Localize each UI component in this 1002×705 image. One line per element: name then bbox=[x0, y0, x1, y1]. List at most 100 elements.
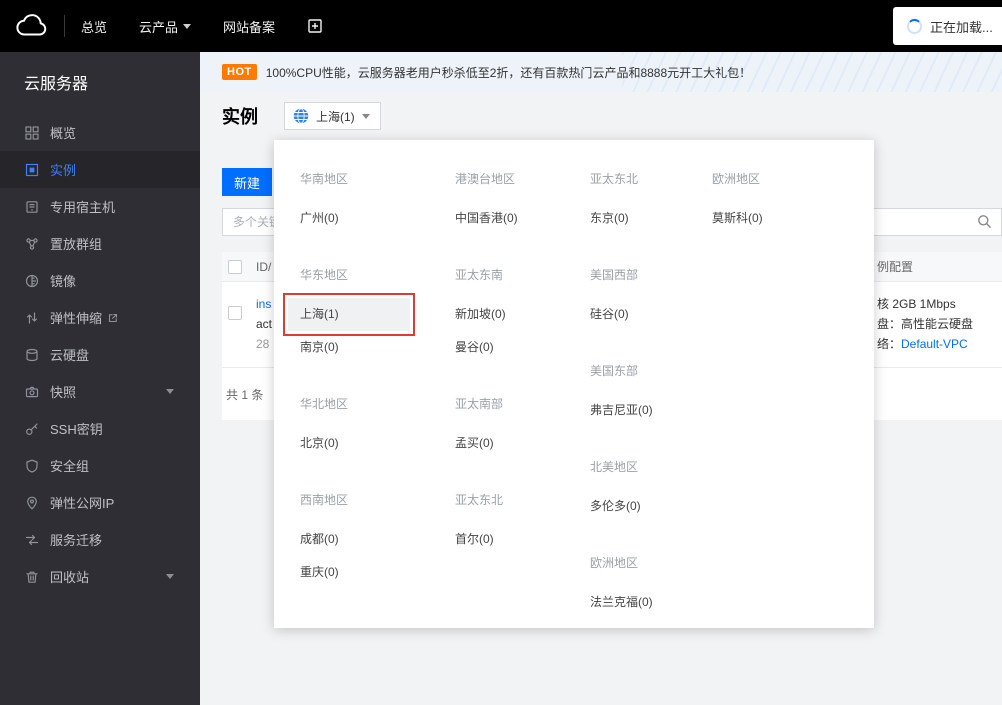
instance-icon bbox=[25, 162, 40, 177]
region-option-singapore[interactable]: 新加坡(0) bbox=[443, 298, 565, 331]
region-option-moscow[interactable]: 莫斯科(0) bbox=[700, 202, 822, 235]
globe-icon bbox=[293, 108, 309, 124]
sidebar-item-label: 镜像 bbox=[50, 274, 77, 289]
promo-banner[interactable]: HOT 100%CPU性能，云服务器老用户秒杀低至2折，还有百款热门云产品和88… bbox=[200, 52, 1002, 92]
snapshot-icon bbox=[25, 384, 40, 399]
region-group-header: 欧洲地区 bbox=[590, 556, 639, 570]
config-line-network: 络：Default-VPC bbox=[877, 334, 973, 354]
create-instance-button[interactable]: 新建 bbox=[222, 168, 273, 196]
sidebar-item-label: 置放群组 bbox=[50, 237, 103, 252]
sidebar-item-snapshots[interactable]: 快照 bbox=[0, 373, 200, 410]
topbar: 总览 云产品 网站备案 正在加载... bbox=[0, 0, 1002, 52]
region-option-virginia[interactable]: 弗吉尼亚(0) bbox=[578, 394, 700, 427]
region-group-header: 亚太东北 bbox=[590, 172, 639, 186]
region-group-europe: 欧洲地区 法兰克福(0) bbox=[590, 554, 712, 619]
total-count-text: 共 1 条 bbox=[226, 387, 264, 402]
products-grid-button[interactable] bbox=[291, 0, 339, 52]
shield-icon bbox=[25, 458, 40, 473]
region-group-south-china: 华南地区 广州(0) bbox=[300, 170, 455, 235]
external-link-icon bbox=[108, 313, 118, 323]
region-column-2: 港澳台地区 中国香港(0) 亚太东南 新加坡(0) 曼谷(0) 亚太南部 孟买(… bbox=[455, 170, 590, 628]
region-group-south-asia: 亚太南部 孟买(0) bbox=[455, 395, 590, 460]
region-selector[interactable]: 上海(1) bbox=[284, 102, 381, 130]
region-option-toronto[interactable]: 多伦多(0) bbox=[578, 490, 700, 523]
instance-config-cell: 核 2GB 1Mbps 盘：高性能云硬盘 络：Default-VPC bbox=[877, 294, 973, 354]
sidebar-item-service-migration[interactable]: 服务迁移 bbox=[0, 521, 200, 558]
sidebar-item-instances[interactable]: 实例 bbox=[0, 151, 200, 188]
loading-text: 正在加载... bbox=[930, 19, 993, 35]
chevron-down-icon bbox=[166, 574, 174, 579]
topbar-nav: 总览 云产品 网站备案 bbox=[65, 0, 339, 52]
grid-icon bbox=[25, 125, 40, 140]
sidebar-item-placement-groups[interactable]: 置放群组 bbox=[0, 225, 200, 262]
region-group-header: 美国西部 bbox=[590, 268, 639, 282]
region-group-hk-macau-taiwan: 港澳台地区 中国香港(0) bbox=[455, 170, 590, 235]
region-option-hongkong[interactable]: 中国香港(0) bbox=[443, 202, 565, 235]
region-group-header: 华南地区 bbox=[300, 172, 349, 186]
region-option-silicon-valley[interactable]: 硅谷(0) bbox=[578, 298, 700, 331]
region-option-chengdu[interactable]: 成都(0) bbox=[288, 523, 410, 556]
chevron-down-icon bbox=[166, 389, 174, 394]
row-checkbox[interactable] bbox=[228, 306, 242, 320]
sidebar-item-overview[interactable]: 概览 bbox=[0, 114, 200, 151]
region-option-chongqing[interactable]: 重庆(0) bbox=[288, 556, 410, 589]
sidebar-item-eip[interactable]: 弹性公网IP bbox=[0, 484, 200, 521]
region-group-se-asia: 亚太东南 新加坡(0) 曼谷(0) bbox=[455, 266, 590, 364]
region-option-shanghai[interactable]: 上海(1) bbox=[283, 293, 415, 336]
page-title: 实例 bbox=[222, 107, 258, 127]
loading-indicator: 正在加载... bbox=[893, 7, 1002, 45]
select-all-checkbox[interactable] bbox=[228, 259, 242, 274]
sidebar-item-label: 弹性公网IP bbox=[50, 496, 115, 511]
search-icon[interactable] bbox=[977, 214, 992, 229]
sidebar-item-label: 实例 bbox=[50, 163, 77, 178]
key-icon bbox=[25, 421, 40, 436]
sidebar-item-cloud-disks[interactable]: 云硬盘 bbox=[0, 336, 200, 373]
nav-overview[interactable]: 总览 bbox=[65, 0, 123, 52]
trash-icon bbox=[25, 569, 40, 584]
sidebar-item-label: 快照 bbox=[50, 385, 77, 400]
instance-name-text: act bbox=[256, 317, 273, 331]
region-group-us-west: 美国西部 硅谷(0) bbox=[590, 266, 712, 331]
sidebar-item-ssh-keys[interactable]: SSH密钥 bbox=[0, 410, 200, 447]
region-option-frankfurt[interactable]: 法兰克福(0) bbox=[578, 586, 700, 619]
region-column-3: 亚太东北 东京(0) 美国西部 硅谷(0) 美国东部 弗吉尼亚(0) 北美地区 … bbox=[590, 170, 712, 628]
sidebar-title: 云服务器 bbox=[24, 76, 89, 93]
region-option-seoul[interactable]: 首尔(0) bbox=[443, 523, 565, 556]
region-group-ne-asia: 亚太东北 首尔(0) bbox=[455, 491, 590, 556]
vpc-link[interactable]: Default-VPC bbox=[901, 337, 968, 351]
sidebar-item-label: 安全组 bbox=[50, 459, 90, 474]
config-line-spec: 核 2GB 1Mbps bbox=[877, 297, 956, 311]
sidebar-item-label: 概览 bbox=[50, 126, 77, 141]
region-option-bangkok[interactable]: 曼谷(0) bbox=[443, 331, 565, 364]
region-group-header: 亚太东南 bbox=[455, 268, 504, 282]
chevron-down-icon bbox=[361, 113, 370, 119]
region-group-header: 亚太南部 bbox=[455, 397, 504, 411]
region-option-nanjing[interactable]: 南京(0) bbox=[288, 331, 410, 364]
nav-products[interactable]: 云产品 bbox=[123, 0, 207, 52]
tencent-cloud-logo[interactable] bbox=[0, 13, 64, 39]
nav-icp[interactable]: 网站备案 bbox=[207, 0, 291, 52]
banner-text: 100%CPU性能，云服务器老用户秒杀低至2折，还有百款热门云产品和8888元开… bbox=[265, 65, 752, 80]
instance-id-link[interactable]: ins bbox=[256, 294, 272, 314]
sidebar-item-security-groups[interactable]: 安全组 bbox=[0, 447, 200, 484]
hot-badge: HOT bbox=[222, 64, 257, 80]
region-option-beijing[interactable]: 北京(0) bbox=[288, 427, 410, 460]
region-option-tokyo[interactable]: 东京(0) bbox=[578, 202, 700, 235]
placement-group-icon bbox=[25, 236, 40, 251]
config-line-disk: 盘：高性能云硬盘 bbox=[877, 317, 974, 331]
sidebar-item-label: 回收站 bbox=[50, 570, 90, 585]
chevron-down-icon bbox=[183, 23, 192, 29]
nav-overview-label: 总览 bbox=[81, 19, 108, 35]
sidebar-item-recycle-bin[interactable]: 回收站 bbox=[0, 558, 200, 595]
region-group-header: 港澳台地区 bbox=[455, 172, 516, 186]
sidebar-item-images[interactable]: 镜像 bbox=[0, 262, 200, 299]
sidebar-item-label: 专用宿主机 bbox=[50, 200, 116, 215]
region-option-mumbai[interactable]: 孟买(0) bbox=[443, 427, 565, 460]
region-column-4: 欧洲地区 莫斯科(0) bbox=[712, 170, 862, 628]
sidebar-item-label: 弹性伸缩 bbox=[50, 311, 103, 326]
sidebar-item-dedicated-hosts[interactable]: 专用宿主机 bbox=[0, 188, 200, 225]
sidebar: 云服务器 概览 实例 专用宿主机 置放群组 镜像 弹性伸缩 云硬盘 快照 SSH… bbox=[0, 52, 200, 705]
sidebar-item-autoscaling[interactable]: 弹性伸缩 bbox=[0, 299, 200, 336]
region-option-guangzhou[interactable]: 广州(0) bbox=[288, 202, 410, 235]
region-group-europe-2: 欧洲地区 莫斯科(0) bbox=[712, 170, 862, 235]
